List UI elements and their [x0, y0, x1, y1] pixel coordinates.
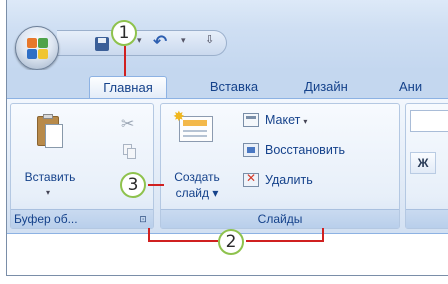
delete-icon: [243, 171, 259, 187]
undo-icon[interactable]: ↶: [153, 33, 167, 50]
layout-label: Макет: [265, 113, 301, 127]
office-button[interactable]: [15, 26, 59, 70]
callout-line-1: [124, 46, 126, 76]
cut-icon[interactable]: ✂: [121, 114, 134, 134]
slides-group: ✸ Создать слайд ▾ Макет ▾ Восстановить ✕…: [160, 103, 400, 229]
undo-dropdown-icon[interactable]: ▾: [181, 36, 186, 45]
office-logo-icon: [27, 38, 49, 60]
save-icon: [95, 37, 109, 51]
callout-line-3: [148, 184, 164, 186]
copy-icon[interactable]: [123, 144, 137, 160]
new-slide-icon: ✸: [173, 108, 215, 144]
clipboard-group-footer: Буфер об... ⊡: [11, 209, 153, 228]
clipboard-group-label: Буфер об...: [14, 212, 78, 226]
font-name-input[interactable]: [410, 110, 448, 132]
chevron-down-icon: ▾: [46, 188, 51, 197]
tab-insert[interactable]: Вставка: [199, 76, 269, 98]
tab-design[interactable]: Дизайн: [291, 76, 361, 98]
screenshot-frame: ▾ ↶ ▾ ⇩ Главная Вставка Дизайн Ани Встав…: [0, 0, 448, 284]
bold-button[interactable]: Ж: [410, 152, 436, 174]
font-group: Ж: [405, 103, 448, 229]
customize-qat-icon[interactable]: ⇩: [205, 35, 214, 46]
new-slide-button[interactable]: ✸ Создать слайд ▾: [167, 108, 227, 208]
delete-label: Удалить: [265, 173, 313, 187]
slides-group-footer: Слайды: [161, 209, 399, 228]
callout-brace-left-tick: [148, 228, 150, 242]
ribbon: Вставить ▾ ✂ Буфер об... ⊡ ✸ Создать сла…: [7, 98, 448, 234]
layout-button[interactable]: Макет ▾: [243, 110, 403, 132]
new-slide-label-line1: Создать: [174, 170, 220, 184]
tab-home[interactable]: Главная: [89, 76, 167, 98]
layout-icon: [243, 113, 259, 127]
clipboard-icon: [37, 114, 65, 150]
dialog-launcher-icon[interactable]: ⊡: [137, 213, 149, 225]
paste-label: Вставить: [24, 170, 76, 184]
quick-access-toolbar: ▾ ↶ ▾ ⇩: [57, 30, 227, 56]
tab-animation[interactable]: Ани: [399, 76, 448, 98]
delete-button[interactable]: Удалить: [243, 170, 403, 192]
callout-brace-right: [246, 240, 324, 242]
ribbon-tabs: Главная Вставка Дизайн Ани: [7, 70, 448, 98]
callout-3: 3: [120, 172, 146, 198]
reset-button[interactable]: Восстановить: [243, 140, 403, 162]
clipboard-group: Вставить ▾ ✂ Буфер об... ⊡: [10, 103, 154, 229]
callout-brace-left: [148, 240, 218, 242]
callout-2: 2: [218, 229, 244, 255]
save-button[interactable]: [93, 35, 111, 53]
callout-brace-right-tick: [322, 228, 324, 242]
slides-group-label: Слайды: [257, 212, 303, 226]
chevron-down-icon: ▾: [303, 117, 308, 126]
title-bar: ▾ ↶ ▾ ⇩: [7, 0, 448, 70]
font-group-footer: [406, 209, 448, 228]
callout-1: 1: [111, 20, 137, 46]
dropdown-arrow-icon[interactable]: ▾: [137, 36, 142, 45]
new-slide-label-line2: слайд ▾: [175, 186, 219, 200]
reset-icon: [243, 143, 259, 157]
paste-button[interactable]: Вставить ▾: [15, 110, 85, 206]
star-icon: ✸: [173, 108, 185, 124]
reset-label: Восстановить: [265, 143, 346, 157]
